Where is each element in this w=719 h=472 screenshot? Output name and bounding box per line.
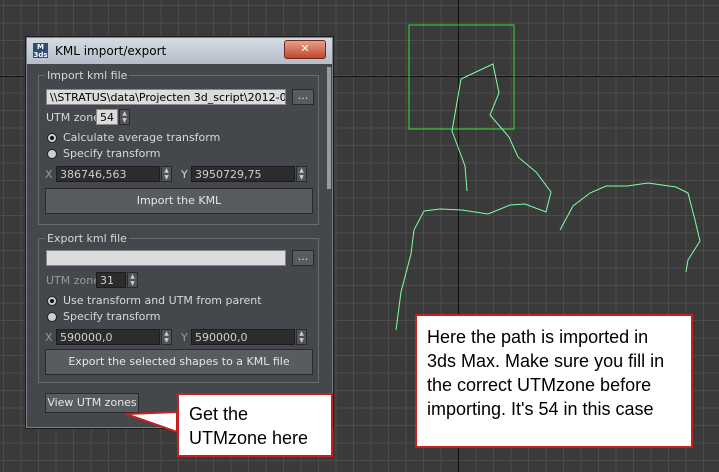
export-radio-parent[interactable] [47,296,57,306]
import-radio-calc[interactable] [47,133,57,143]
import-x-spinner[interactable]: ▲ ▼ [161,166,172,182]
export-y-label: Y [181,331,188,344]
import-group: Import kml file \\STRATUS\data\Projecten… [38,69,319,225]
export-x-spinner[interactable]: ▲ ▼ [161,329,172,345]
export-kml-button[interactable]: Export the selected shapes to a KML file [45,349,313,375]
import-kml-button[interactable]: Import the KML [45,188,313,214]
imported-path-right[interactable] [559,182,701,273]
export-x-label: X [45,331,53,344]
import-y-spinner[interactable]: ▲ ▼ [296,166,307,182]
import-group-title: Import kml file [45,69,130,82]
export-utm-label: UTM zone [46,274,101,287]
import-x-label: X [45,168,53,181]
import-y-input[interactable]: 3950729,75 [191,166,295,182]
export-group-title: Export kml file [45,232,129,245]
export-browse-button[interactable]: ... [292,250,314,266]
import-y-label: Y [181,168,188,181]
selection-box [408,24,515,130]
kml-dialog[interactable]: M 3ds KML import/export ✕ Import kml fil… [25,36,334,429]
export-y-input[interactable]: 590000,0 [191,329,295,345]
close-button[interactable]: ✕ [284,40,326,59]
import-utm-input[interactable]: 54 [96,109,118,125]
export-x-input[interactable]: 590000,0 [56,329,160,345]
imported-path-left-top[interactable] [451,78,468,192]
export-utm-input[interactable]: 31 [96,272,126,288]
import-radio-specify-label: Specify transform [63,147,161,160]
utm-callout: Get the UTMzone here [177,393,333,457]
export-group: Export kml file ... UTM zone 31 ▲ ▼ Use t… [38,232,319,383]
export-radio-specify[interactable] [47,312,57,322]
export-radio-parent-label: Use transform and UTM from parent [63,294,262,307]
import-utm-spinner[interactable]: ▲ ▼ [119,109,130,125]
export-y-spinner[interactable]: ▲ ▼ [296,329,307,345]
import-radio-specify[interactable] [47,149,57,159]
import-browse-button[interactable]: ... [292,89,314,105]
import-utm-label: UTM zone [46,111,101,124]
import-x-input[interactable]: 386746,563 [56,166,160,182]
import-path-field[interactable]: \\STRATUS\data\Projecten 3d_script\2012-… [46,89,286,105]
import-radio-calc-label: Calculate average transform [63,131,221,144]
dialog-scrollbar[interactable] [327,67,331,189]
export-utm-spinner[interactable]: ▲ ▼ [127,272,138,288]
view-utm-zones-button[interactable]: View UTM zones [45,393,139,413]
export-radio-specify-label: Specify transform [63,310,161,323]
3ds-max-app-icon: M 3ds [33,43,48,59]
export-path-field[interactable] [46,250,286,266]
dialog-title: KML import/export [55,44,167,58]
import-callout: Here the path is imported in 3ds Max. Ma… [415,314,693,448]
imported-path[interactable] [395,63,552,331]
dialog-titlebar[interactable]: M 3ds KML import/export ✕ [27,38,332,64]
